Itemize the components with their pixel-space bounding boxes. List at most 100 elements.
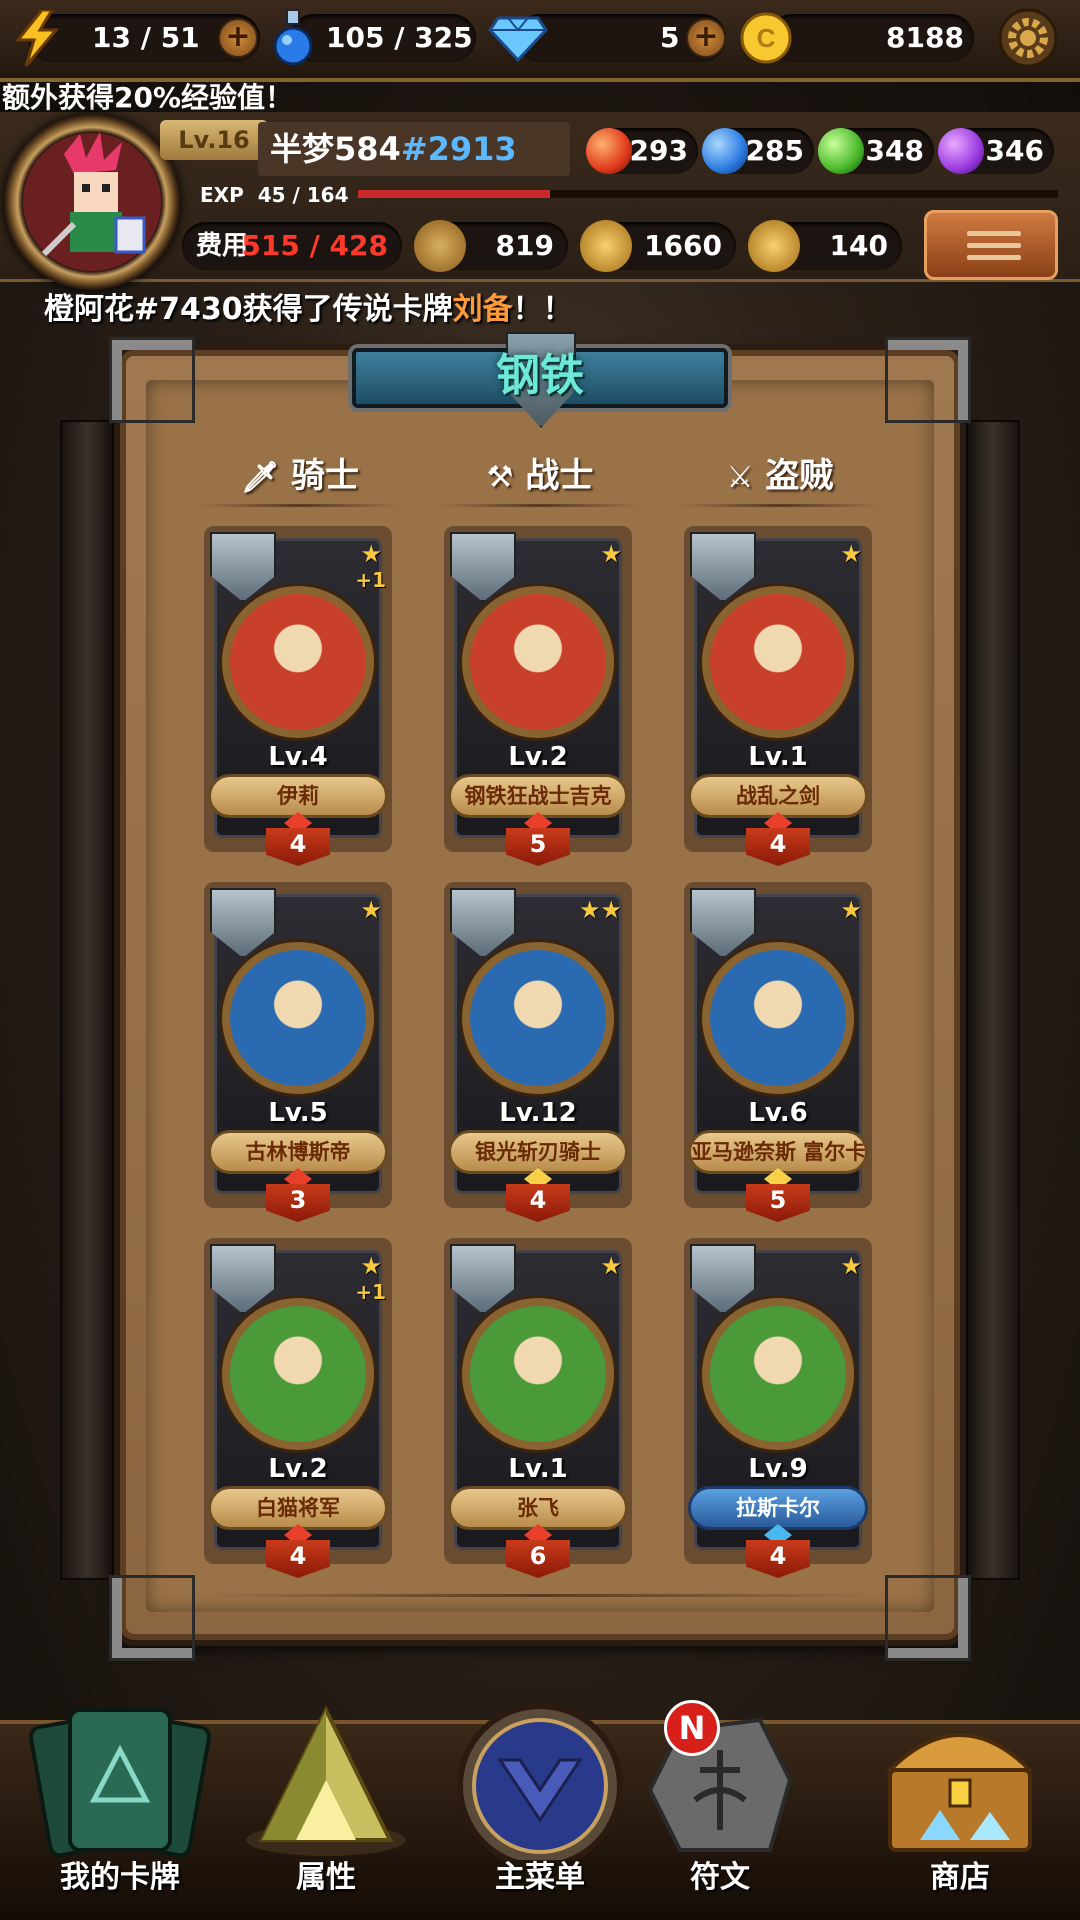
card-cost: 4 <box>266 828 330 866</box>
gold-value: 8188 <box>886 21 964 54</box>
hero-card[interactable]: ★ Lv.2 钢铁狂战士吉克 5 <box>440 526 636 866</box>
card-name: 银光斩刃骑士 <box>448 1130 628 1174</box>
card-cost: 5 <box>746 1184 810 1222</box>
hero-card[interactable]: ★ +1 Lv.4 伊莉 4 <box>200 526 396 866</box>
nav-runes[interactable]: 符文 <box>620 1690 820 1910</box>
cards-icon <box>28 1708 212 1858</box>
exp-readout: EXP 45 / 164 <box>200 180 349 210</box>
star-rating: ★ <box>840 1252 862 1280</box>
hero-portrait-icon <box>222 586 374 738</box>
player-name: 半梦584#2913 <box>270 124 517 174</box>
column-label-rogue: 盗贼 <box>765 456 834 496</box>
cost-stat: 费用 515 / 428 <box>182 222 402 270</box>
exp-label: EXP <box>200 183 244 207</box>
plus-cross-icon <box>748 220 800 272</box>
water-orb-icon <box>702 128 748 174</box>
svg-text:C: C <box>757 23 776 53</box>
right-pillar <box>966 420 1020 1580</box>
diamond-add-button[interactable]: + <box>686 18 726 58</box>
gold-counter: 8188 <box>768 14 974 62</box>
card-name: 钢铁狂战士吉克 <box>448 774 628 818</box>
card-cost: 4 <box>266 1540 330 1578</box>
heal-stat: 140 <box>748 220 902 272</box>
crossed-daggers-icon: ⚔ <box>726 460 754 495</box>
heart-icon <box>580 220 632 272</box>
star-rating: ★ <box>360 1252 382 1280</box>
arcane-orb-counter: 346 <box>938 128 1054 174</box>
rune-stone-icon <box>647 1717 793 1852</box>
column-divider <box>680 504 880 507</box>
hamburger-menu-button[interactable] <box>924 210 1058 280</box>
column-divider <box>200 504 400 507</box>
hero-card[interactable]: ★ Lv.1 张飞 6 <box>440 1238 636 1578</box>
card-cost: 3 <box>266 1184 330 1222</box>
star-rating: ★ <box>840 540 862 568</box>
fire-orb-icon <box>586 128 632 174</box>
card-cost: 5 <box>506 828 570 866</box>
board-corner-top-right <box>888 340 968 420</box>
hero-portrait-icon <box>702 1298 854 1450</box>
column-header-knight: 🗡 骑士 <box>200 448 400 497</box>
card-level: Lv.12 <box>499 1098 577 1128</box>
hero-card[interactable]: ★ Lv.9 拉斯卡尔 4 <box>680 1238 876 1578</box>
card-name: 白猫将军 <box>208 1486 388 1530</box>
nav-main-menu[interactable]: 主菜单 <box>440 1690 640 1910</box>
card-cost: 4 <box>746 1540 810 1578</box>
upgrade-bonus: +1 <box>355 1280 386 1304</box>
hero-card[interactable]: ★ Lv.5 古林博斯帝 3 <box>200 882 396 1222</box>
column-label-warrior: 战士 <box>525 456 594 496</box>
nav-my-cards[interactable]: 我的卡牌 <box>20 1690 220 1910</box>
star-rating: ★ <box>600 540 622 568</box>
card-level: Lv.5 <box>268 1098 328 1128</box>
new-badge: N <box>664 1700 720 1756</box>
star-rating: ★★ <box>578 896 622 924</box>
energy-add-button[interactable]: + <box>218 18 258 58</box>
deck-title: 钢铁 <box>496 350 584 401</box>
treasure-chest-icon <box>885 1733 1035 1852</box>
board-corner-top-left <box>112 340 192 420</box>
nav-shop[interactable]: 商店 <box>860 1690 1060 1910</box>
arcane-orb-icon <box>938 128 984 174</box>
nav-label-attributes: 属性 <box>296 1860 356 1895</box>
cost-value: 515 / 428 <box>241 229 388 262</box>
card-name: 战乱之剑 <box>688 774 868 818</box>
arcane-orb-value: 346 <box>985 134 1044 167</box>
nature-orb-counter: 348 <box>818 128 934 174</box>
upgrade-bonus: +1 <box>355 568 386 592</box>
settings-gear-icon[interactable] <box>998 8 1058 68</box>
hero-card[interactable]: ★★ Lv.12 银光斩刃骑士 4 <box>440 882 636 1222</box>
hero-card[interactable]: ★ Lv.1 战乱之剑 4 <box>680 526 876 866</box>
card-cost: 6 <box>506 1540 570 1578</box>
card-level: Lv.1 <box>508 1454 568 1484</box>
lightning-icon <box>14 10 60 66</box>
board-bottom-divider <box>200 1594 880 1597</box>
card-cost: 4 <box>506 1184 570 1222</box>
player-tag: #2913 <box>400 130 517 168</box>
announcement-ticker: 橙阿花#7430获得了传说卡牌刘备！！ <box>44 290 573 330</box>
board-corner-bottom-right <box>888 1578 968 1658</box>
hero-portrait-icon <box>702 586 854 738</box>
card-level: Lv.6 <box>748 1098 808 1128</box>
avatar-portrait-icon <box>41 132 146 257</box>
hero-card[interactable]: ★ Lv.6 亚马逊奈斯 富尔卡 5 <box>680 882 876 1222</box>
nav-attributes[interactable]: 属性 <box>226 1690 426 1910</box>
hero-card[interactable]: ★ +1 Lv.2 白猫将军 4 <box>200 1238 396 1578</box>
card-level: Lv.9 <box>748 1454 808 1484</box>
energy-counter: 13 / 51 + <box>28 14 260 62</box>
player-avatar[interactable] <box>4 114 180 290</box>
health-value: 1660 <box>644 229 722 262</box>
cost-label: 费用 <box>196 231 249 261</box>
hero-portrait-icon <box>702 942 854 1094</box>
column-header-rogue: ⚔ 盗贼 <box>680 448 880 497</box>
hero-portrait-icon <box>462 1298 614 1450</box>
fire-orb-value: 293 <box>629 134 688 167</box>
hero-portrait-icon <box>222 942 374 1094</box>
card-level: Lv.4 <box>268 742 328 772</box>
potion-icon <box>273 9 313 66</box>
announcement-suffix: ！！ <box>512 292 573 327</box>
card-level: Lv.2 <box>508 742 568 772</box>
announcement-prefix: 橙阿花#7430获得了传说卡牌 <box>44 292 453 327</box>
card-name: 伊莉 <box>208 774 388 818</box>
player-name-text: 半梦584 <box>270 130 401 168</box>
fire-orb-counter: 293 <box>586 128 698 174</box>
